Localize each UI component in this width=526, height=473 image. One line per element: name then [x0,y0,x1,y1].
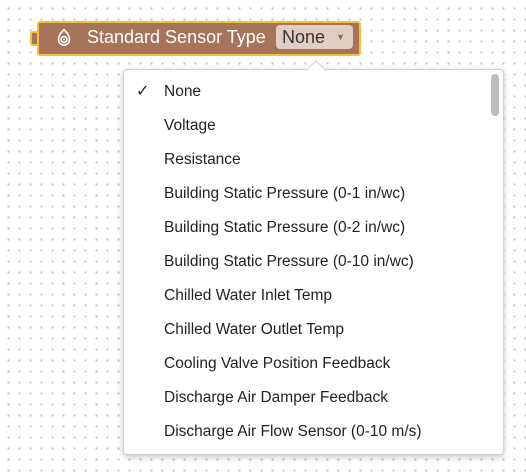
menu-item-discharge-air-damper-feedback[interactable]: Discharge Air Damper Feedback [124,381,484,415]
sensor-type-dropdown[interactable]: None ▼ [276,25,353,49]
menu-item-chilled-water-inlet-temp[interactable]: Chilled Water Inlet Temp [124,279,484,313]
menu-item-label: Discharge Air Damper Feedback [164,389,388,406]
dropdown-menu: ✓ None Voltage Resistance Building Stati… [123,69,504,455]
dropdown-selected-value: None [282,27,326,47]
menu-item-voltage[interactable]: Voltage [124,109,484,143]
menu-item-label: Voltage [164,117,216,134]
scrollbar-thumb[interactable] [491,74,499,116]
menu-item-discharge-air-flow-sensor[interactable]: Discharge Air Flow Sensor (0-10 m/s) [124,415,484,449]
menu-list: ✓ None Voltage Resistance Building Stati… [124,75,484,449]
menu-item-chilled-water-outlet-temp[interactable]: Chilled Water Outlet Temp [124,313,484,347]
menu-item-label: Discharge Air Flow Sensor (0-10 m/s) [164,423,422,440]
sensor-icon [57,28,71,46]
chevron-down-icon: ▼ [336,32,345,42]
menu-item-none[interactable]: ✓ None [124,75,484,109]
menu-item-label: Cooling Valve Position Feedback [164,355,391,372]
menu-item-building-static-pressure-0-2[interactable]: Building Static Pressure (0-2 in/wc) [124,211,484,245]
checkmark-icon: ✓ [136,83,150,100]
block-title: Standard Sensor Type [87,27,266,47]
menu-item-building-static-pressure-0-10[interactable]: Building Static Pressure (0-10 in/wc) [124,245,484,279]
menu-item-label: Resistance [164,151,241,168]
menu-item-label: Chilled Water Outlet Temp [164,321,345,338]
menu-item-cooling-valve-position-feedback[interactable]: Cooling Valve Position Feedback [124,347,484,381]
menu-item-label: Building Static Pressure (0-10 in/wc) [164,253,414,270]
menu-scrollbar[interactable] [490,74,500,450]
menu-item-label: Chilled Water Inlet Temp [164,287,332,304]
menu-item-building-static-pressure-0-1[interactable]: Building Static Pressure (0-1 in/wc) [124,177,484,211]
menu-item-label: Building Static Pressure (0-1 in/wc) [164,185,406,202]
menu-item-resistance[interactable]: Resistance [124,143,484,177]
menu-item-label: None [164,83,202,100]
menu-item-label: Building Static Pressure (0-2 in/wc) [164,219,406,236]
